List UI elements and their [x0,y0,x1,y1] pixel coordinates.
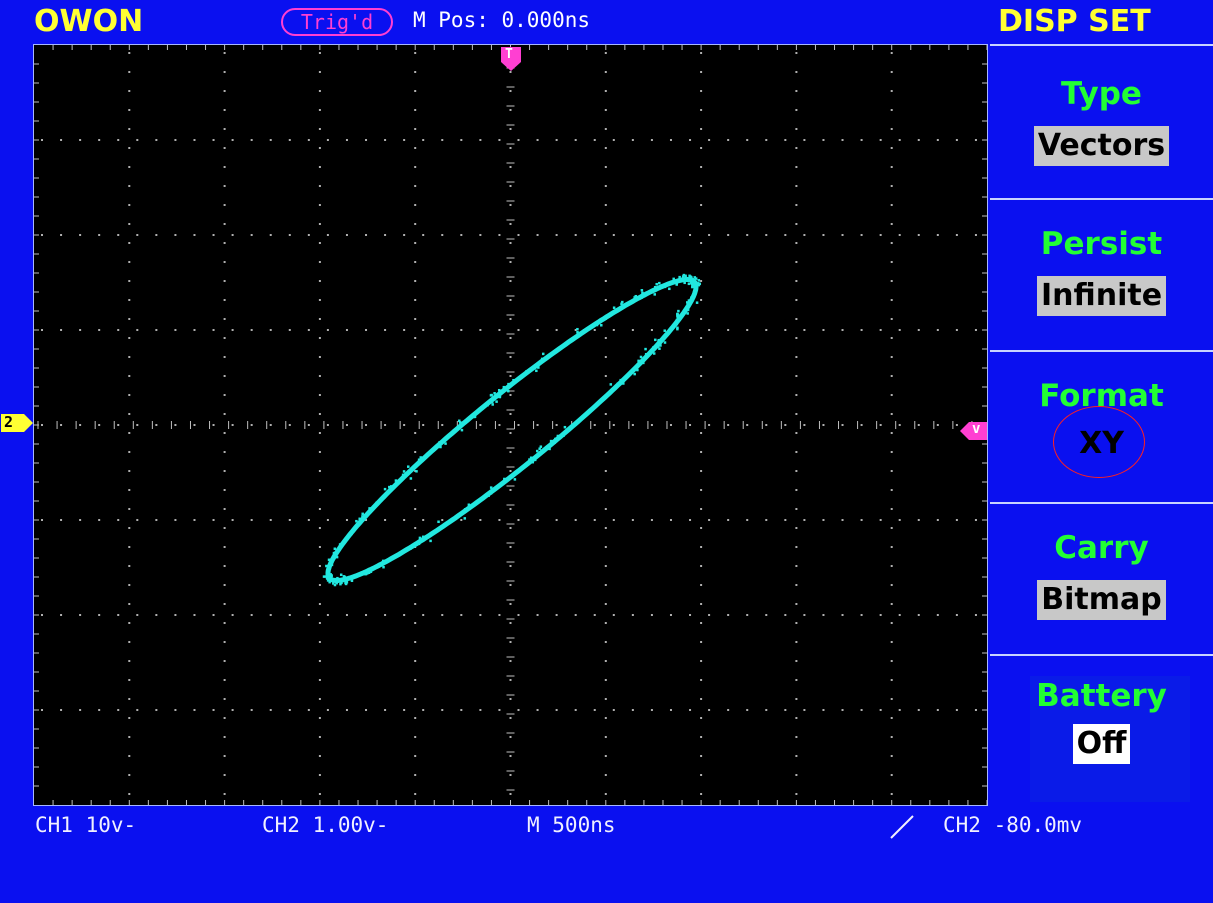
waveform-screen [33,44,988,806]
trigger-source-level: CH2 -80.0mv [943,813,1083,837]
menu-item-value: Vectors [1033,126,1170,166]
menu-item-battery[interactable]: Battery Off [990,654,1213,804]
m-position-readout: M Pos: 0.000ns [413,8,591,32]
menu-item-value: Off [1072,724,1131,764]
menu-item-value: Infinite [1036,276,1167,316]
format-value-wrap: XY [1053,406,1146,478]
side-menu: Type Vectors Persist Infinite Format XY … [990,44,1213,806]
ch1-scale: CH1 10v- [35,813,137,837]
menu-item-label: Battery [1036,678,1167,714]
trigger-status-badge: Trig'd [281,8,393,36]
brand-logo: OWON [34,4,144,39]
xy-plot [34,45,987,805]
menu-item-label: Persist [1040,226,1163,262]
menu-item-format[interactable]: Format XY [990,350,1213,500]
menu-item-carry[interactable]: Carry Bitmap [990,502,1213,652]
menu-item-label: Carry [1054,530,1149,566]
ch2-scale: CH2 1.00v- [262,813,389,837]
menu-item-label: Type [1061,76,1142,112]
top-bar: OWON Trig'd M Pos: 0.000ns [0,0,990,44]
channel-2-marker: 2 [0,413,34,437]
menu-item-persist[interactable]: Persist Infinite [990,198,1213,348]
highlight-circle [1053,406,1146,478]
rising-edge-icon [889,814,915,844]
menu-title: DISP SET [998,4,1151,39]
trigger-position-marker: T [500,46,522,76]
trigger-level-label: v [972,421,981,437]
channel-marker-label: 2 [4,413,14,431]
trigger-marker-label: T [505,47,513,62]
xy-trace [325,277,699,583]
menu-item-type[interactable]: Type Vectors [990,44,1213,194]
timebase: M 500ns [527,813,616,837]
menu-item-value: Bitmap [1037,580,1166,620]
trigger-level-marker: v [960,421,988,445]
